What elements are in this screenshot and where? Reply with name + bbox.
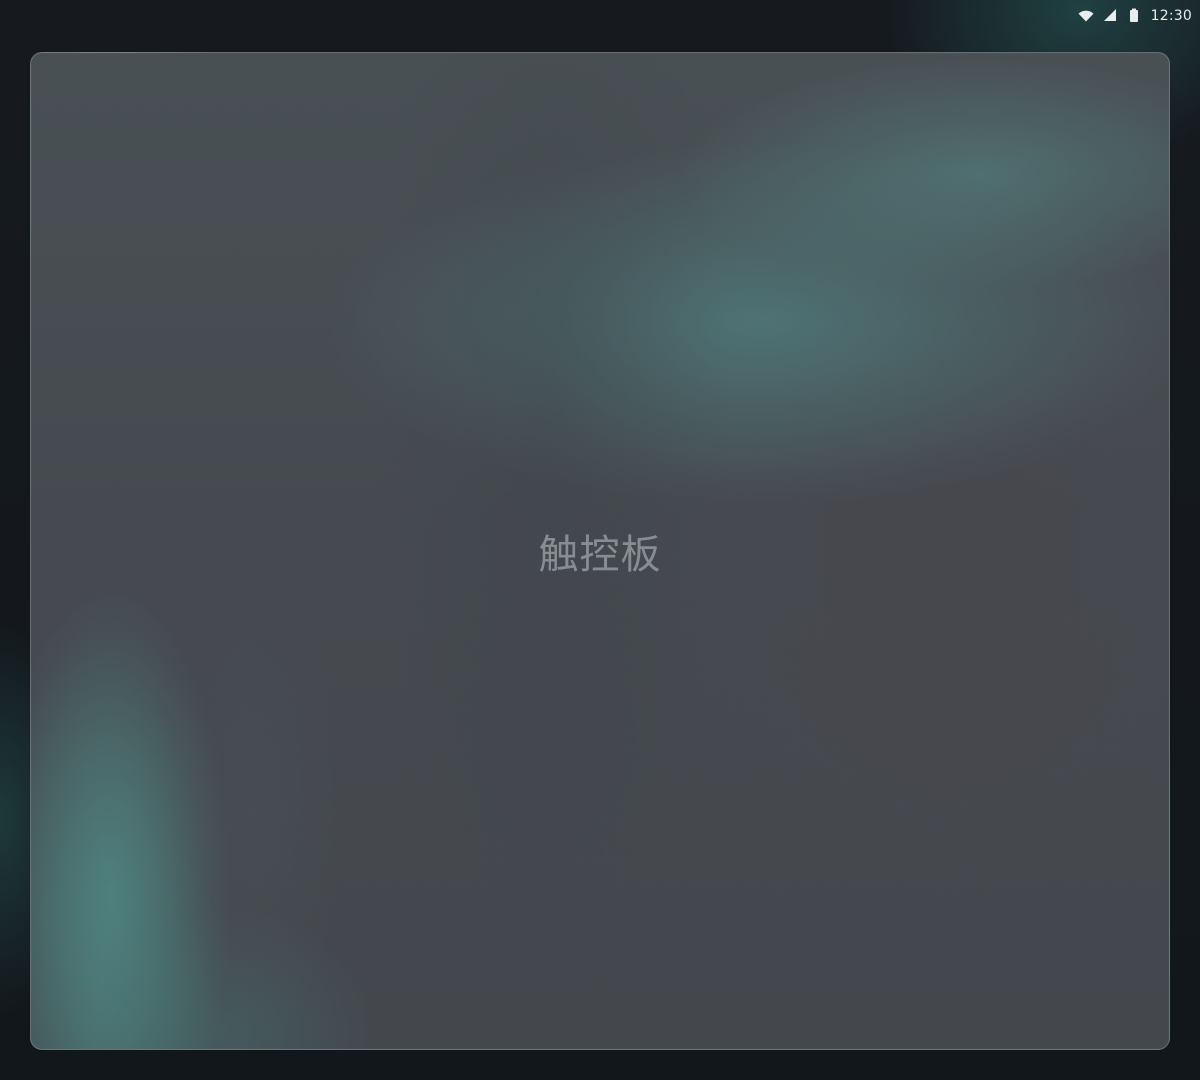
- status-time: 12:30: [1150, 8, 1192, 24]
- screen: 12:30 触控板: [0, 0, 1200, 1080]
- touchpad[interactable]: 触控板: [30, 52, 1170, 1050]
- signal-icon: [1101, 7, 1119, 25]
- battery-icon: [1125, 7, 1143, 25]
- wifi-icon: [1077, 7, 1095, 25]
- status-bar: 12:30: [1077, 0, 1200, 32]
- touchpad-label: 触控板: [538, 532, 662, 578]
